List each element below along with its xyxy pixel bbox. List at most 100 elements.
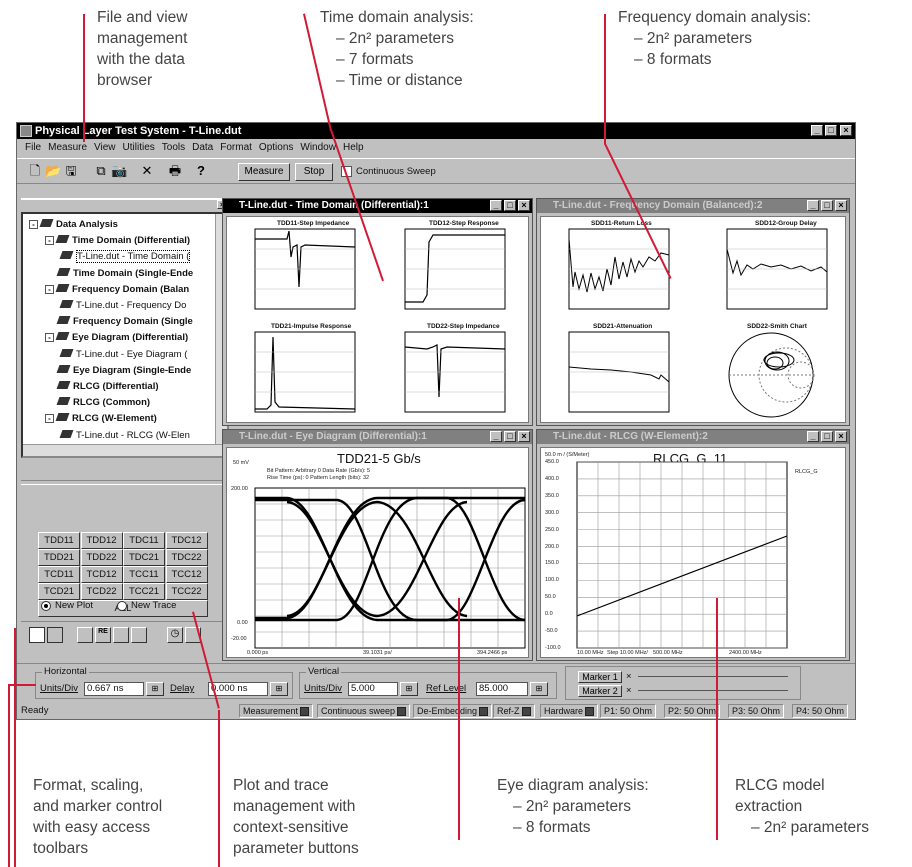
menu-item[interactable]: Window [300,140,336,156]
menu-item[interactable]: Data [192,140,213,156]
close-icon[interactable]: × [835,431,847,442]
led-icon [300,707,310,717]
param-button[interactable]: TDD22 [80,549,123,566]
new-plot-radio[interactable] [41,601,51,611]
marker-2-clear-icon[interactable]: × [626,685,632,697]
camera-icon[interactable]: 📷 [111,163,127,179]
plot-format-icon[interactable] [29,627,45,643]
tree-item[interactable]: T-Line.dut - Eye Diagram ( [59,348,187,362]
tree-item[interactable]: Time Domain (Single-Ende [45,267,193,281]
param-button[interactable]: TDC22 [165,549,208,566]
window-format-icon[interactable] [47,627,63,643]
minimize-icon[interactable]: _ [811,125,823,136]
param-button[interactable]: TCC11 [123,566,165,583]
param-button[interactable]: TDC11 [123,532,165,549]
h-delay-input[interactable]: 0.000 ns [208,682,268,696]
v-units-input[interactable]: 5.000 [348,682,398,696]
v-units-stepper[interactable]: ⊞ [400,682,418,696]
marker-group: Marker 1 × Marker 2 × [565,666,801,700]
re-im-icon[interactable]: RE [95,627,111,643]
tree-item[interactable]: Frequency Domain (Single [45,315,193,329]
maximize-icon[interactable]: □ [821,200,833,211]
param-button[interactable]: TCC12 [165,566,208,583]
tree-item[interactable]: T-Line.dut - Time Domain ( [59,250,191,264]
tree-h-scrollbar[interactable] [23,444,227,456]
maximize-icon[interactable]: □ [825,125,837,136]
close-icon[interactable]: × [518,431,530,442]
minimize-icon[interactable]: _ [807,431,819,442]
param-button[interactable]: TDC12 [165,532,208,549]
help-icon[interactable]: ? [193,163,209,179]
tree-item[interactable]: - Eye Diagram (Differential) [45,331,188,345]
close-icon[interactable]: × [518,200,530,211]
plot-title-tdd22: TDD22-Step Impedance [427,323,500,330]
delete-icon[interactable]: ✕ [139,163,155,179]
waveform-icon[interactable] [131,627,147,643]
scale-icon[interactable] [77,627,93,643]
param-button[interactable]: TDD11 [38,532,80,549]
param-button[interactable]: TDD12 [80,532,123,549]
menu-item[interactable]: Tools [162,140,185,156]
marker-1-clear-icon[interactable]: × [626,671,632,683]
tree-item[interactable]: RLCG (Differential) [45,380,159,394]
marker-2-button[interactable]: Marker 2 [578,685,622,697]
save-icon[interactable]: 🖫 [63,163,79,179]
tree-item[interactable]: Eye Diagram (Single-Ende [45,364,191,378]
param-button[interactable]: TCD21 [38,583,80,600]
menu-item[interactable]: Utilities [123,140,155,156]
param-button[interactable]: TCC21 [123,583,165,600]
menu-item[interactable]: Help [343,140,364,156]
param-button[interactable]: TCC22 [165,583,208,600]
print-icon[interactable]: 🖶 [167,163,183,179]
menu-item[interactable]: View [94,140,116,156]
param-button[interactable]: TDC21 [123,549,165,566]
h-delay-stepper[interactable]: ⊞ [270,682,288,696]
callout-item: – 2n² parameters [751,819,870,836]
collapse-icon[interactable]: - [45,284,54,294]
maximize-icon[interactable]: □ [504,200,516,211]
tree-item[interactable]: T-Line.dut - RLCG (W-Elen [59,429,190,443]
tree-item[interactable]: RLCG (Common) [45,396,150,410]
marker-1-button[interactable]: Marker 1 [578,671,622,683]
param-button[interactable]: TCD11 [38,566,80,583]
v-ref-input[interactable]: 85.000 [476,682,528,696]
param-button[interactable]: TCD22 [80,583,123,600]
close-icon[interactable]: × [835,200,847,211]
tree-item[interactable]: - Time Domain (Differential) [45,234,190,248]
new-file-icon[interactable]: 🗋 [27,163,43,179]
param-button[interactable]: TDD21 [38,549,80,566]
collapse-icon[interactable]: - [45,414,54,424]
v-ref-stepper[interactable]: ⊞ [530,682,548,696]
minimize-icon[interactable]: _ [807,200,819,211]
menu-item[interactable]: File [25,140,41,156]
clock-icon[interactable]: ◷ [167,627,183,643]
copy-icon[interactable]: ⧉ [93,163,109,179]
tree-item[interactable]: - Data Analysis [29,218,118,232]
eye-diagram-window: T-Line.dut - Eye Diagram (Differential):… [222,429,533,661]
tree-item[interactable]: - Frequency Domain (Balan [45,283,189,297]
new-trace-radio[interactable] [117,601,127,611]
marker-2-slider[interactable] [638,690,788,692]
param-button[interactable]: TCD12 [80,566,123,583]
collapse-icon[interactable]: - [45,333,54,343]
maximize-icon[interactable]: □ [821,431,833,442]
folder-icon [56,397,71,406]
tree-item[interactable]: - RLCG (W-Element) [45,412,157,426]
minimize-icon[interactable]: _ [490,200,502,211]
h-units-stepper[interactable]: ⊞ [146,682,164,696]
minimize-icon[interactable]: _ [490,431,502,442]
menu-item[interactable]: Format [220,140,252,156]
open-folder-icon[interactable]: 📂 [45,163,61,179]
menu-item[interactable]: Options [259,140,293,156]
tree-item[interactable]: T-Line.dut - Frequency Do [59,299,186,313]
measure-button[interactable]: Measure [238,163,290,181]
h-units-input[interactable]: 0.667 ns [84,682,144,696]
marker-1-slider[interactable] [638,676,788,678]
close-icon[interactable]: × [840,125,852,136]
collapse-icon[interactable]: - [29,220,38,229]
collapse-icon[interactable]: - [45,236,54,246]
trace-icon[interactable] [113,627,129,643]
menu-item[interactable]: Measure [48,140,87,156]
maximize-icon[interactable]: □ [504,431,516,442]
stop-button[interactable]: Stop [295,163,333,181]
